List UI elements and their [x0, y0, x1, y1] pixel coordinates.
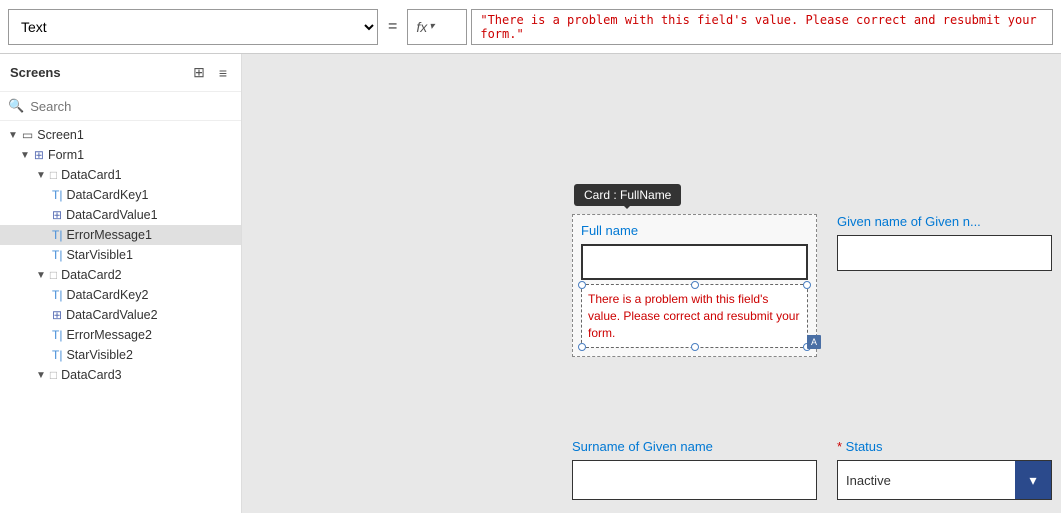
chevron-icon: ▼	[36, 170, 46, 181]
handle-tc	[691, 281, 699, 289]
fx-button[interactable]: fx ▾	[407, 9, 467, 45]
handle-bl	[578, 343, 586, 351]
tree-label-datacard2: DataCard2	[61, 268, 121, 282]
text-icon: T|	[52, 288, 62, 302]
tree-label-datacardkey1: DataCardKey1	[66, 188, 148, 202]
status-dropdown[interactable]: Inactive ▾	[837, 460, 1052, 500]
dataval-icon: ⊞	[52, 208, 62, 222]
tree-label-starvisible1: StarVisible1	[66, 248, 132, 262]
search-icon: 🔍	[8, 98, 24, 114]
tree-item-starvisible1[interactable]: T| StarVisible1	[0, 245, 241, 265]
chevron-down-icon: ▾	[1029, 472, 1036, 489]
surname-input[interactable]	[572, 460, 817, 500]
equals-sign: =	[382, 18, 403, 36]
text-icon: T|	[52, 188, 62, 202]
error-message-text: There is a problem with this field's val…	[588, 292, 799, 340]
tree-item-datacard1[interactable]: ▼ □ DataCard1	[0, 165, 241, 185]
chevron-icon: ▼	[36, 270, 46, 281]
formula-value: "There is a problem with this field's va…	[480, 13, 1044, 41]
tree-label-starvisible2: StarVisible2	[66, 348, 132, 362]
text-icon: T|	[52, 228, 62, 242]
status-card: * Status Inactive ▾	[837, 439, 1052, 500]
chevron-icon: ▼	[36, 370, 46, 381]
given-name-label: Given name of Given n...	[837, 214, 1052, 229]
search-input[interactable]	[30, 99, 233, 114]
search-box: 🔍	[0, 92, 241, 121]
fx-label: fx	[416, 19, 427, 35]
tree-label-datacardvalue1: DataCardValue1	[66, 208, 158, 222]
given-name-input[interactable]	[837, 235, 1052, 271]
tree-item-datacardvalue1[interactable]: ⊞ DataCardValue1	[0, 205, 241, 225]
fullname-card: Full name There is a problem with this f…	[572, 214, 817, 357]
tree-item-screen1[interactable]: ▼ ▭ Screen1	[0, 125, 241, 145]
dataval-icon: ⊞	[52, 308, 62, 322]
list-view-button[interactable]: ≡	[215, 62, 231, 83]
tree-item-datacard3[interactable]: ▼ □ DataCard3	[0, 365, 241, 385]
tree-label-form1: Form1	[48, 148, 84, 162]
tree-item-datacardvalue2[interactable]: ⊞ DataCardValue2	[0, 305, 241, 325]
required-star: *	[837, 439, 846, 454]
main-layout: Screens ⊞ ≡ 🔍 ▼ ▭ Screen1 ▼ ⊞ Form1	[0, 54, 1061, 513]
tree: ▼ ▭ Screen1 ▼ ⊞ Form1 ▼ □ DataCard1 T| D…	[0, 121, 241, 513]
status-label-text: Status	[846, 439, 883, 454]
status-label: * Status	[837, 439, 1052, 454]
formula-bar[interactable]: "There is a problem with this field's va…	[471, 9, 1053, 45]
sidebar: Screens ⊞ ≡ 🔍 ▼ ▭ Screen1 ▼ ⊞ Form1	[0, 54, 242, 513]
handle-tl	[578, 281, 586, 289]
tree-item-errormessage2[interactable]: T| ErrorMessage2	[0, 325, 241, 345]
tree-item-datacard2[interactable]: ▼ □ DataCard2	[0, 265, 241, 285]
handle-bc	[691, 343, 699, 351]
toolbar: Text = fx ▾ "There is a problem with thi…	[0, 0, 1061, 54]
chevron-icon: ▼	[20, 150, 30, 161]
handle-tr	[803, 281, 811, 289]
datacard-icon: □	[50, 268, 57, 282]
status-value: Inactive	[838, 461, 1015, 499]
tree-label-errormessage1: ErrorMessage1	[66, 228, 151, 242]
grid-view-button[interactable]: ⊞	[189, 62, 209, 83]
tree-label-errormessage2: ErrorMessage2	[66, 328, 151, 342]
tree-item-form1[interactable]: ▼ ⊞ Form1	[0, 145, 241, 165]
tree-label-datacard1: DataCard1	[61, 168, 121, 182]
text-icon: T|	[52, 248, 62, 262]
sidebar-header: Screens ⊞ ≡	[0, 54, 241, 92]
canvas: Card : FullName Full name There is a pro…	[242, 54, 1061, 513]
datacard-icon: □	[50, 368, 57, 382]
property-select[interactable]: Text	[8, 9, 378, 45]
chevron-icon: ▼	[8, 130, 18, 141]
anchor-icon: A	[807, 335, 821, 349]
card-tooltip-text: Card : FullName	[584, 188, 671, 202]
fullname-input[interactable]	[581, 244, 808, 280]
sidebar-title: Screens	[10, 65, 61, 80]
sidebar-view-icons: ⊞ ≡	[189, 62, 231, 83]
tree-label-datacard3: DataCard3	[61, 368, 121, 382]
tree-item-datacardkey1[interactable]: T| DataCardKey1	[0, 185, 241, 205]
tree-item-errormessage1[interactable]: T| ErrorMessage1	[0, 225, 241, 245]
text-icon: T|	[52, 348, 62, 362]
surname-label: Surname of Given name	[572, 439, 817, 454]
tree-item-datacardkey2[interactable]: T| DataCardKey2	[0, 285, 241, 305]
error-message-box: There is a problem with this field's val…	[581, 284, 808, 348]
status-dropdown-button[interactable]: ▾	[1015, 461, 1051, 499]
fullname-field-label: Full name	[581, 223, 808, 238]
tree-label-datacardkey2: DataCardKey2	[66, 288, 148, 302]
given-name-card: Given name of Given n...	[837, 214, 1052, 271]
tree-label-datacardvalue2: DataCardValue2	[66, 308, 158, 322]
screen-icon: ▭	[22, 128, 33, 142]
form-icon: ⊞	[34, 148, 44, 162]
tree-label-screen1: Screen1	[37, 128, 84, 142]
card-tooltip: Card : FullName	[574, 184, 681, 206]
text-icon: T|	[52, 328, 62, 342]
tree-item-starvisible2[interactable]: T| StarVisible2	[0, 345, 241, 365]
surname-card: Surname of Given name	[572, 439, 817, 500]
datacard-icon: □	[50, 168, 57, 182]
chevron-down-icon: ▾	[429, 21, 434, 32]
